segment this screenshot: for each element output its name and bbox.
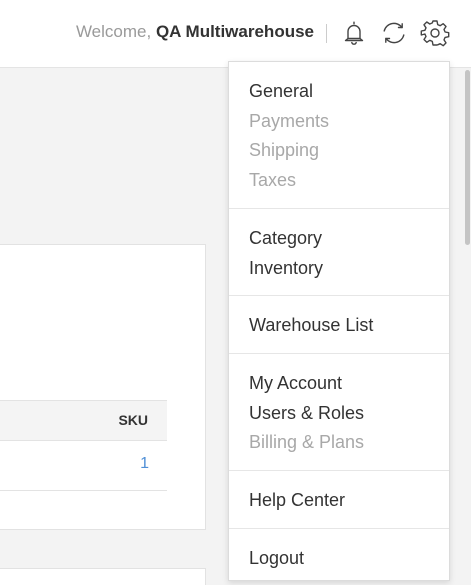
- welcome-text: Welcome, QA Multiwarehouse: [76, 22, 314, 42]
- menu-item-category[interactable]: Category: [249, 224, 449, 254]
- sku-column-header[interactable]: SKU: [118, 412, 148, 428]
- menu-item-taxes: Taxes: [249, 170, 297, 191]
- welcome-prefix: Welcome,: [75, 22, 152, 41]
- menu-item-shipping: Shipping: [249, 140, 320, 161]
- menu-item-billing-plans: Billing & Plans: [249, 432, 365, 453]
- menu-group-logout: Logout: [229, 529, 449, 585]
- menu-item-warehouse-list[interactable]: Warehouse List: [249, 311, 449, 341]
- menu-item-inventory[interactable]: Inventory: [249, 254, 449, 284]
- bell-icon[interactable]: [339, 18, 369, 48]
- header-divider: [326, 24, 327, 43]
- table-header: SKU: [0, 400, 167, 441]
- menu-item-help-center[interactable]: Help Center: [249, 486, 449, 516]
- sync-icon[interactable]: [379, 18, 409, 48]
- gear-icon[interactable]: [420, 18, 450, 48]
- table-row[interactable]: 1: [0, 441, 167, 491]
- menu-item-logout[interactable]: Logout: [249, 544, 449, 574]
- menu-item-my-account[interactable]: My Account: [249, 369, 449, 399]
- menu-group-warehouse: Warehouse List: [229, 296, 449, 354]
- menu-item-users-roles[interactable]: Users & Roles: [249, 399, 449, 429]
- content-card-secondary: [0, 568, 206, 585]
- menu-group-account: My Account Users & Roles Billing & Plans: [229, 354, 449, 472]
- user-name[interactable]: QA Multiwarehouse: [156, 22, 314, 41]
- top-bar: Welcome, QA Multiwarehouse: [0, 0, 471, 68]
- menu-group-help: Help Center: [229, 471, 449, 529]
- sku-value[interactable]: 1: [140, 455, 149, 473]
- menu-item-general[interactable]: General: [249, 77, 449, 107]
- scrollbar-thumb[interactable]: [465, 70, 470, 245]
- menu-group-store: General Payments Shipping Taxes: [229, 62, 449, 209]
- settings-dropdown-menu: General Payments Shipping Taxes Category…: [228, 61, 450, 581]
- menu-group-catalog: Category Inventory: [229, 209, 449, 297]
- menu-item-payments: Payments: [249, 110, 330, 131]
